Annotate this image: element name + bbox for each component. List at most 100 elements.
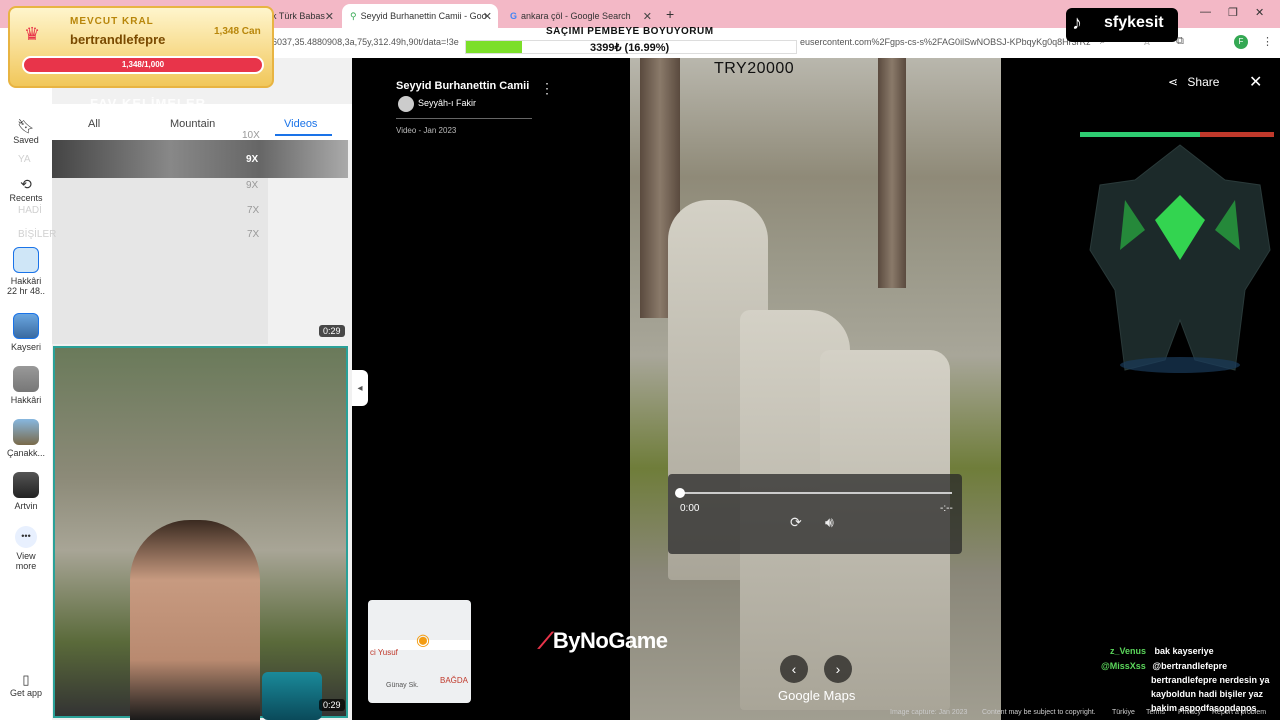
close-tab-icon[interactable]: ✕ — [325, 10, 334, 23]
chat-message: kayboldun hadi bişiler yaz — [1151, 689, 1263, 699]
footer-country[interactable]: Türkiye — [1112, 709, 1135, 716]
chip-all[interactable]: All — [88, 118, 100, 130]
place-thumbnail — [13, 472, 39, 498]
sidebar-item-label: Hakkâri — [10, 276, 42, 286]
maximize-button[interactable]: ❐ — [1228, 6, 1238, 19]
minimap[interactable]: ◉ ci Yusuf Günay Sk. BAĞDA — [368, 600, 471, 703]
fav-multiplier: 9X — [246, 154, 259, 165]
try-goal-text: TRY20000 — [714, 60, 795, 77]
sidebar-item-recents[interactable]: ⟲ Recents — [0, 176, 52, 203]
close-tab-icon[interactable]: ✕ — [483, 10, 492, 23]
webcam-overlay — [130, 520, 260, 720]
share-button[interactable]: ⋖ Share — [1168, 75, 1219, 89]
footer-capture: Image capture: Jan 2023 — [890, 709, 968, 716]
author-name[interactable]: Seyyâh-ı Fakir — [418, 98, 476, 108]
new-tab-button[interactable]: + — [666, 6, 674, 22]
tiktok-icon: ♪ — [1072, 12, 1082, 34]
chat-text: bak kayseriye — [1154, 646, 1214, 656]
sidebar-item-kayseri[interactable]: Kayseri — [0, 313, 52, 352]
location-pin-icon: ◉ — [416, 632, 430, 649]
profile-avatar[interactable]: F — [1234, 35, 1248, 49]
sidebar-item-hakkari-2[interactable]: Hakkâri — [0, 366, 52, 405]
chat-user: z_Venus — [1110, 646, 1147, 656]
next-photo-button[interactable]: › — [824, 655, 852, 683]
sidebar-item-label: Get app — [9, 688, 43, 698]
sidebar-item-saved[interactable]: 🔖︎ Saved — [0, 118, 52, 145]
google-maps-logo: Google Maps — [778, 688, 856, 703]
tab-seyyid-burhanettin[interactable]: ⚲ Seyyid Burhanettin Camii - Goo ✕ — [342, 4, 498, 28]
fav-multiplier: 7X — [247, 229, 260, 240]
close-tab-icon[interactable]: ✕ — [643, 10, 652, 23]
capture-date: Video - Jan 2023 — [396, 126, 457, 135]
bynogame-logo: ⟋ByNoGame — [538, 628, 668, 654]
active-chip-underline — [275, 134, 332, 136]
chat-text: bertrandlefepre nerdesin ya — [1151, 675, 1270, 685]
chat-message: bertrandlefepre nerdesin ya — [1151, 675, 1270, 685]
video-thumbnail[interactable] — [52, 140, 348, 178]
bookmark-icon: 🔖︎ — [17, 118, 35, 134]
end-time: -:-- — [940, 503, 953, 514]
goal-progress-fill — [466, 41, 523, 53]
goal-progress-text: 3399₺ (16.99%) — [590, 42, 670, 54]
video-duration: 0:29 — [319, 325, 345, 337]
fav-multiplier: 7X — [247, 205, 260, 216]
sidebar-item-canakkale[interactable]: Çanakk... — [0, 419, 52, 458]
chip-videos[interactable]: Videos — [284, 118, 317, 130]
sidebar-item-label: Çanakk... — [6, 448, 46, 458]
fav-multiplier: 9X — [246, 180, 259, 191]
volume-icon[interactable]: 🔊︎ — [825, 514, 834, 531]
get-app-button[interactable]: ▯ Get app — [0, 672, 52, 698]
menu-icon[interactable]: ⋮ — [1262, 35, 1273, 48]
sidebar-item-label: Saved — [13, 135, 39, 145]
phone-icon: ▯ — [22, 672, 30, 687]
sidebar-item-sub: 22 hr 48.. — [6, 286, 46, 296]
url-text-left[interactable]: 6037,35.4880908,3a,75y,312.49h,90t/data=… — [272, 37, 459, 47]
seek-handle[interactable] — [675, 488, 685, 498]
chat-message: z_Venus bak kayseriye — [1110, 646, 1214, 656]
google-g-icon: G — [510, 11, 518, 21]
sidebar-item-label: View more — [15, 551, 37, 571]
more-options-icon[interactable]: ⋮ — [540, 80, 554, 97]
replay-icon[interactable]: ⟳ — [790, 514, 802, 531]
sidebar-item-label: Kayseri — [10, 342, 41, 352]
share-icon: ⋖ — [1168, 75, 1179, 89]
collapse-panel-button[interactable]: ◂ — [352, 370, 368, 406]
url-text-right[interactable]: eusercontent.com%2Fgps-cs-s%2FAG0ilSwNOB… — [800, 37, 1091, 47]
fav-word: HADİ — [18, 205, 42, 216]
fav-words-title: FAV KELİMELER — [90, 96, 207, 111]
tab-title: k Türk Babas — [272, 11, 325, 21]
close-viewer-button[interactable]: ✕ — [1249, 72, 1262, 92]
king-name: bertrandlefepre — [70, 32, 166, 47]
tree-trunk — [878, 58, 906, 288]
divider — [396, 118, 532, 119]
sidebar-item-hakkari-1[interactable]: Hakkâri 22 hr 48.. — [0, 247, 52, 296]
previous-photo-button[interactable]: ‹ — [780, 655, 808, 683]
microphone-overlay — [262, 672, 322, 720]
chip-mountain[interactable]: Mountain — [170, 118, 215, 130]
minimap-street: Günay Sk. — [386, 682, 419, 689]
seek-bar[interactable] — [680, 492, 952, 494]
fav-word: YA — [18, 154, 31, 165]
sidebar-item-label: Artvin — [14, 501, 38, 511]
king-title: MEVCUT KRAL — [70, 16, 154, 27]
close-window-button[interactable]: ✕ — [1255, 6, 1264, 19]
place-thumbnail — [13, 419, 39, 445]
chat-text: bakim aspodfasopdapos — [1151, 703, 1257, 713]
video-thumbnail-placeholder[interactable] — [52, 178, 268, 344]
minimize-button[interactable]: — — [1200, 6, 1211, 18]
more-dots-icon: ••• — [15, 526, 37, 548]
chat-message: bakim aspodfasopdapos — [1151, 703, 1257, 713]
crown-icon: ♛ — [24, 24, 41, 44]
maps-pin-icon: ⚲ — [350, 10, 357, 21]
sidebar-item-label: Hakkâri — [10, 395, 42, 405]
chat-message: @MissXss @bertrandlefepre — [1101, 661, 1227, 671]
tiktok-username: sfykesit — [1104, 14, 1164, 31]
tab-ankara-col[interactable]: G ankara çöl - Google Search ✕ — [502, 4, 658, 28]
view-more-button[interactable]: ••• View more — [0, 526, 52, 571]
sidebar-item-artvin[interactable]: Artvin — [0, 472, 52, 511]
tab-title: ankara çöl - Google Search — [521, 11, 631, 21]
chat-user: @MissXss — [1101, 661, 1146, 671]
sword-icon: ⟋ — [538, 628, 553, 653]
tab-title: Seyyid Burhanettin Camii - Goo — [360, 11, 487, 21]
chat-text: @bertrandlefepre — [1152, 661, 1228, 671]
